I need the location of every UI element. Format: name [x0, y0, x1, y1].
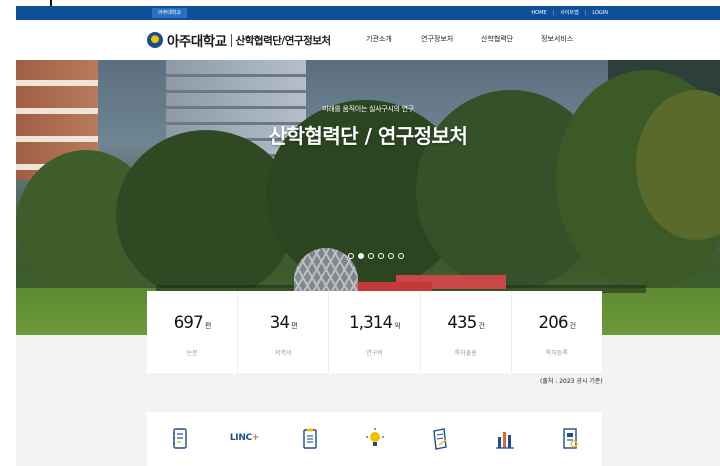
- slide-dot-5[interactable]: [388, 253, 394, 259]
- stat-value: 1,314 억: [349, 313, 401, 332]
- stat-label: 특허등록: [545, 350, 568, 357]
- top-utility-bar: 아주대학교 HOME | 사이트맵 | LOGIN: [16, 6, 720, 20]
- main-navigation: 기관소개 연구정보처 산학협력단 정보서비스: [366, 34, 601, 44]
- nav-item-about[interactable]: 기관소개: [366, 34, 421, 44]
- slide-dot-3[interactable]: [368, 253, 374, 259]
- stat-value: 435 건: [447, 313, 485, 332]
- hero-title: 산학협력단 / 연구정보처: [268, 124, 468, 148]
- home-link[interactable]: HOME: [531, 6, 546, 20]
- stat-value: 697 편: [173, 313, 211, 332]
- stat-label: 저역서: [275, 350, 292, 357]
- nav-item-research-info[interactable]: 연구정보처: [421, 34, 481, 44]
- linc-icon[interactable]: LINC+: [230, 427, 260, 451]
- page: 아주대학교 HOME | 사이트맵 | LOGIN 아주대학교 산학협력단/연구…: [0, 0, 720, 466]
- stat-label: 논문: [186, 350, 198, 357]
- stat-value: 206 건: [538, 313, 576, 332]
- research-stats: 697 편 논문 34 편 저역서 1,314 억 연구비 435 건 특허출원 206…: [147, 291, 602, 373]
- slide-indicators: [348, 253, 404, 259]
- stat-patent-registrations[interactable]: 206 건 특허등록: [512, 291, 602, 373]
- stat-research-funds[interactable]: 1,314 억 연구비: [329, 291, 421, 373]
- logo-department-name: 산학협력단/연구정보처: [235, 34, 331, 47]
- site-tag-link[interactable]: 아주대학교: [152, 8, 188, 18]
- university-emblem-icon: [147, 32, 163, 48]
- login-link[interactable]: LOGIN: [592, 6, 608, 20]
- stat-papers[interactable]: 697 편 논문: [147, 291, 239, 373]
- site-header: 아주대학교 산학협력단/연구정보처 기관소개 연구정보처 산학협력단 정보서비스: [16, 20, 720, 60]
- utility-links: HOME | 사이트맵 | LOGIN: [531, 6, 608, 20]
- report-icon[interactable]: [560, 427, 580, 451]
- slide-dot-2[interactable]: [358, 253, 364, 259]
- clipboard-icon[interactable]: [300, 427, 320, 451]
- stat-books[interactable]: 34 편 저역서: [238, 291, 330, 373]
- stat-label: 연구비: [366, 350, 383, 357]
- nav-item-info-service[interactable]: 정보서비스: [541, 34, 601, 44]
- stats-source-note: (출처 : 2023 공시 기준): [540, 378, 603, 385]
- site-logo[interactable]: 아주대학교 산학협력단/연구정보처: [147, 30, 331, 50]
- linc-logo: LINC+: [229, 433, 260, 443]
- logo-university-name: 아주대학교: [167, 34, 227, 50]
- quick-links-panel: LINC+: [147, 412, 602, 466]
- hero-subtitle: 미래를 움직이는 실사구시의 연구: [322, 105, 414, 113]
- separator: |: [552, 10, 555, 16]
- nav-item-industry-cooperation[interactable]: 산학협력단: [481, 34, 541, 44]
- separator: |: [584, 10, 587, 16]
- logo-divider: [230, 33, 232, 47]
- notebook-icon[interactable]: [170, 427, 190, 451]
- bar-chart-icon[interactable]: [495, 427, 515, 451]
- stat-label: 특허출원: [454, 350, 477, 357]
- document-pen-icon[interactable]: [430, 427, 450, 451]
- stat-value: 34 편: [269, 313, 298, 332]
- slide-dot-1[interactable]: [348, 253, 354, 259]
- stat-patent-applications[interactable]: 435 건 특허출원: [421, 291, 512, 373]
- slide-dot-4[interactable]: [378, 253, 384, 259]
- slide-dot-6[interactable]: [398, 253, 404, 259]
- lightbulb-icon[interactable]: [365, 427, 385, 451]
- sitemap-link[interactable]: 사이트맵: [560, 6, 578, 20]
